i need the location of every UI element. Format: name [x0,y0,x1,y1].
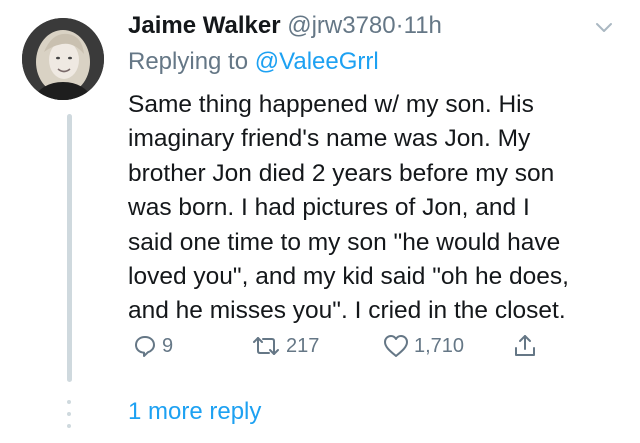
chevron-down-icon[interactable] [594,20,614,36]
heart-icon [382,333,410,359]
replying-prefix: Replying to [128,48,249,75]
author-name[interactable]: Jaime Walker [128,12,281,39]
reply-icon [132,333,158,359]
tweet-text-line: and he misses you". I cried in the close… [128,297,566,325]
tweet-header: Jaime Walker @jrw3780·11h [128,12,442,40]
tweet-text-line: brother Jon died 2 years before my son [128,159,555,187]
tweet-actions: 9 217 1,710 [128,326,608,366]
share-button[interactable] [512,326,538,366]
tweet-time[interactable]: 11h [404,12,442,39]
tweet-text-line: was born. I had pictures of Jon, and I [128,194,530,222]
retweet-button[interactable]: 217 [250,326,319,366]
replying-to: Replying to @ValeeGrrl [128,48,379,76]
separator-dot: · [395,12,404,39]
retweet-count: 217 [286,334,320,357]
tweet-text-line: Same thing happened w/ my son. His [128,91,534,118]
reply-count: 9 [162,334,174,357]
avatar-photo [22,18,104,100]
thread-ellipsis-icon [62,400,76,428]
tweet-text-line: said one time to my son "he would have [128,228,561,256]
avatar[interactable] [22,18,104,100]
more-replies-link[interactable]: 1 more reply [128,398,261,426]
share-icon [512,333,538,359]
reply-button[interactable]: 9 [132,326,173,366]
tweet-text-line: loved you", and my kid said "oh he does, [128,263,569,291]
like-button[interactable]: 1,710 [382,326,464,366]
retweet-icon [250,334,282,358]
tweet-text-line: imaginary friend's name was Jon. My [128,125,531,153]
author-handle[interactable]: @jrw3780 [287,12,395,39]
thread-line [67,114,72,382]
replying-to-mention[interactable]: @ValeeGrrl [255,48,379,75]
tweet-body: Same thing happened w/ my son. His imagi… [128,88,618,329]
like-count: 1,710 [414,334,465,357]
